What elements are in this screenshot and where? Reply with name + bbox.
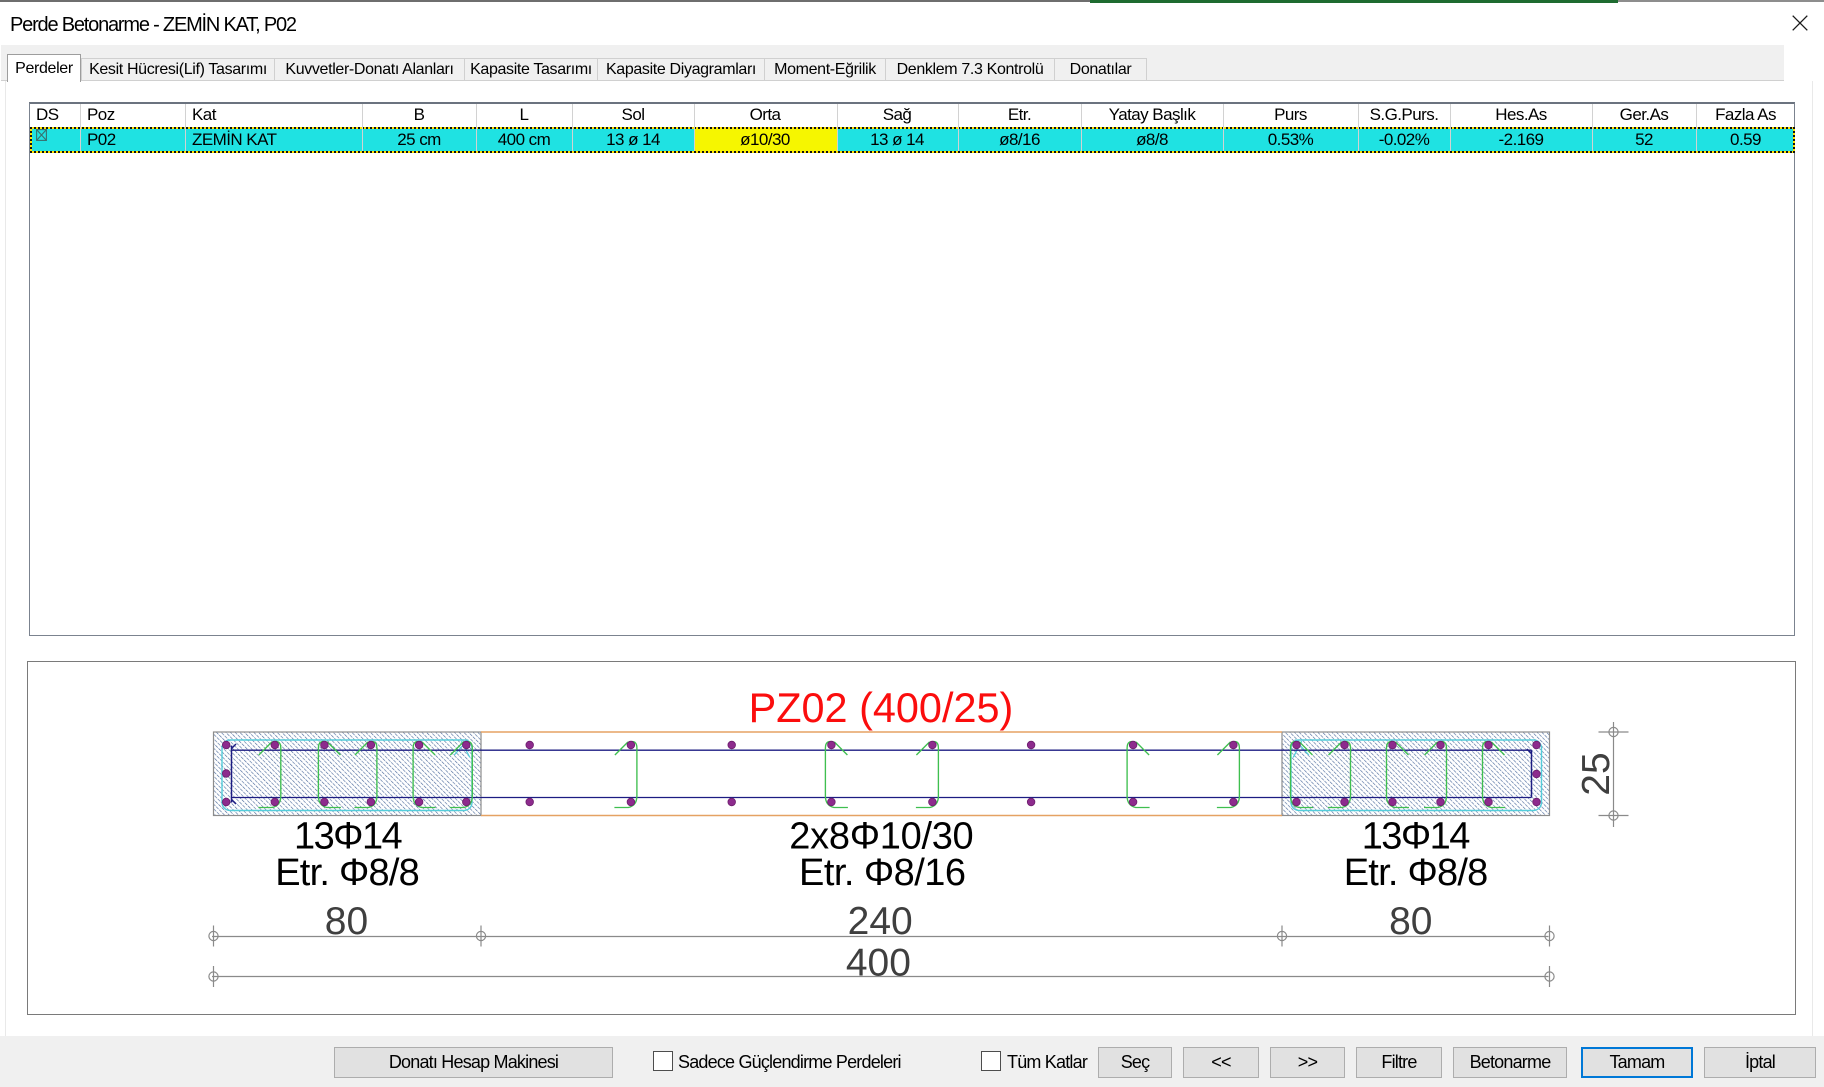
- svg-text:240: 240: [847, 900, 912, 943]
- svg-text:400: 400: [845, 942, 910, 985]
- svg-text:80: 80: [324, 900, 367, 943]
- svg-text:Etr. Φ8/8: Etr. Φ8/8: [275, 852, 420, 894]
- svg-text:25: 25: [1575, 752, 1618, 795]
- svg-text:PZ02 (400/25): PZ02 (400/25): [748, 684, 1013, 731]
- svg-text:Etr. Φ8/8: Etr. Φ8/8: [1343, 852, 1488, 894]
- svg-text:80: 80: [1389, 900, 1432, 943]
- svg-text:Etr. Φ8/16: Etr. Φ8/16: [799, 852, 966, 894]
